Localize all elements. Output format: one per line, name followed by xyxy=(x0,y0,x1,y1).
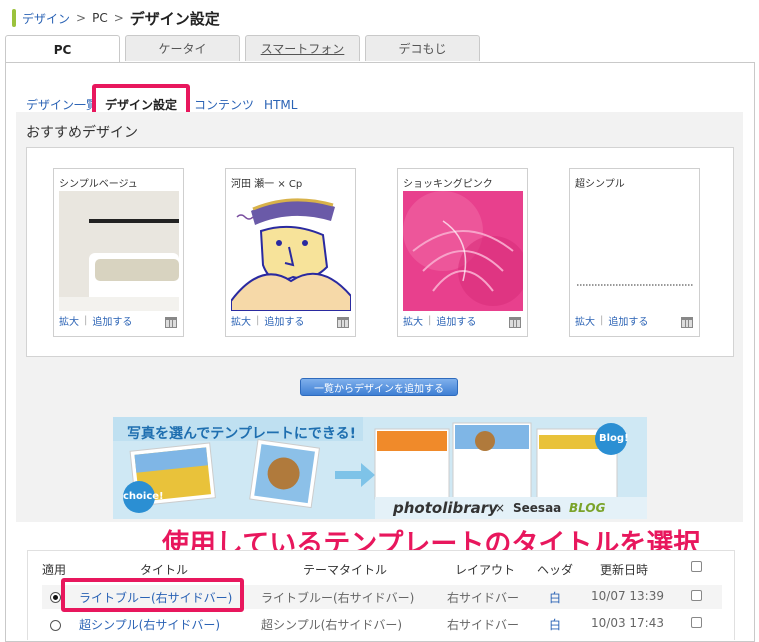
design-thumbnail-illustration[interactable] xyxy=(231,191,351,311)
recommended-title: おすすめデザイン xyxy=(26,125,138,141)
add-link[interactable]: 追加する xyxy=(264,313,304,328)
select-all-checkbox[interactable] xyxy=(691,561,702,572)
updated-value: 10/07 13:39 xyxy=(591,589,664,603)
banner-brand-photolibrary: photolibrary xyxy=(393,499,498,517)
row-checkbox[interactable] xyxy=(691,590,702,601)
banner-times: × xyxy=(495,501,506,515)
breadcrumb: デザイン > PC > デザイン設定 xyxy=(12,7,220,29)
breadcrumb-separator: > xyxy=(76,11,87,25)
subnav-design-list[interactable]: デザイン一覧 xyxy=(26,96,98,113)
grid-icon[interactable] xyxy=(337,317,349,328)
apply-radio[interactable] xyxy=(50,592,61,603)
tab-pc[interactable]: PC xyxy=(5,35,120,63)
template-title-link[interactable]: 超シンプル(右サイドバー) xyxy=(79,616,220,633)
banner-brand-blog: BLOG xyxy=(569,501,606,515)
add-from-list-button[interactable]: 一覧からデザインを追加する xyxy=(300,378,458,396)
grid-icon[interactable] xyxy=(681,317,693,328)
header-header: ヘッダ xyxy=(537,563,574,577)
header-applied: 適用 xyxy=(42,563,67,577)
zoom-link[interactable]: 拡大 xyxy=(231,313,251,328)
device-tabs: PC ケータイ スマートフォン デコもじ xyxy=(5,35,485,63)
zoom-link[interactable]: 拡大 xyxy=(403,313,423,328)
tab-mobile[interactable]: ケータイ xyxy=(125,35,240,61)
add-link[interactable]: 追加する xyxy=(436,313,476,328)
breadcrumb-marker xyxy=(12,9,16,27)
grid-icon[interactable] xyxy=(165,317,177,328)
banner-brand-seesaa: Seesaa xyxy=(513,501,562,515)
banner-headline: 写真を選んでテンプレートにできる! xyxy=(127,426,356,442)
design-card-name: シンプルベージュ xyxy=(59,179,138,190)
tab-smartphone[interactable]: スマートフォン xyxy=(245,35,360,61)
add-link[interactable]: 追加する xyxy=(608,313,648,328)
header-title: タイトル xyxy=(140,563,189,577)
design-card-name: ショッキングピンク xyxy=(403,179,493,190)
header-value[interactable]: 白 xyxy=(549,616,561,633)
apply-radio[interactable] xyxy=(50,620,61,631)
zoom-link[interactable]: 拡大 xyxy=(575,313,595,328)
tab-label: ケータイ xyxy=(158,42,207,56)
theme-title: ライトブルー(右サイドバー) xyxy=(261,591,415,605)
row-checkbox[interactable] xyxy=(691,617,702,628)
banner-badge-choice: choice! xyxy=(123,491,164,502)
tab-label: デコもじ xyxy=(398,42,447,56)
tab-label: PC xyxy=(53,42,72,57)
header-value[interactable]: 白 xyxy=(549,589,561,606)
layout-value: 右サイドバー xyxy=(447,618,520,632)
design-card: シンプルベージュ 拡大 | 追加する xyxy=(53,168,184,337)
design-cards: シンプルベージュ 拡大 | 追加する 河田 瀬一 × Cp 拡大 | 追加する … xyxy=(26,147,734,357)
design-card: 超シンプル 拡大 | 追加する xyxy=(569,168,700,337)
design-thumbnail-shocking-pink[interactable] xyxy=(403,191,523,311)
tab-decomoji[interactable]: デコもじ xyxy=(365,35,480,61)
tab-label: スマートフォン xyxy=(260,42,345,56)
zoom-link[interactable]: 拡大 xyxy=(59,313,79,328)
design-thumbnail-super-simple[interactable] xyxy=(575,191,695,311)
header-layout: レイアウト xyxy=(455,563,516,577)
grid-icon[interactable] xyxy=(509,317,521,328)
page-title: デザイン設定 xyxy=(129,9,220,28)
photolibrary-banner[interactable]: 写真を選んでテンプレートにできる! choice! Blog! photolib… xyxy=(113,417,647,519)
title-highlight-box xyxy=(61,578,244,612)
breadcrumb-link-design[interactable]: デザイン xyxy=(22,10,70,27)
updated-value: 10/03 17:43 xyxy=(591,616,664,630)
design-thumbnail-simple-beige[interactable] xyxy=(59,191,179,311)
theme-title: 超シンプル(右サイドバー) xyxy=(261,618,403,632)
subnav-contents[interactable]: コンテンツ xyxy=(194,96,254,113)
breadcrumb-item-pc: PC xyxy=(92,11,108,25)
breadcrumb-separator: > xyxy=(113,11,124,25)
design-card: ショッキングピンク 拡大 | 追加する xyxy=(397,168,528,337)
layout-value: 右サイドバー xyxy=(447,591,520,605)
subnav-html[interactable]: HTML xyxy=(264,98,297,112)
design-card: 河田 瀬一 × Cp 拡大 | 追加する xyxy=(225,168,356,337)
table-row: 超シンプル(右サイドバー) 超シンプル(右サイドバー) 右サイドバー 白 10/… xyxy=(42,612,722,636)
design-card-name: 河田 瀬一 × Cp xyxy=(231,179,303,190)
header-updated: 更新日時 xyxy=(600,563,649,577)
banner-badge-blog: Blog! xyxy=(599,433,629,444)
design-card-name: 超シンプル xyxy=(575,179,625,190)
add-link[interactable]: 追加する xyxy=(92,313,132,328)
header-theme-title: テーマタイトル xyxy=(303,563,388,577)
